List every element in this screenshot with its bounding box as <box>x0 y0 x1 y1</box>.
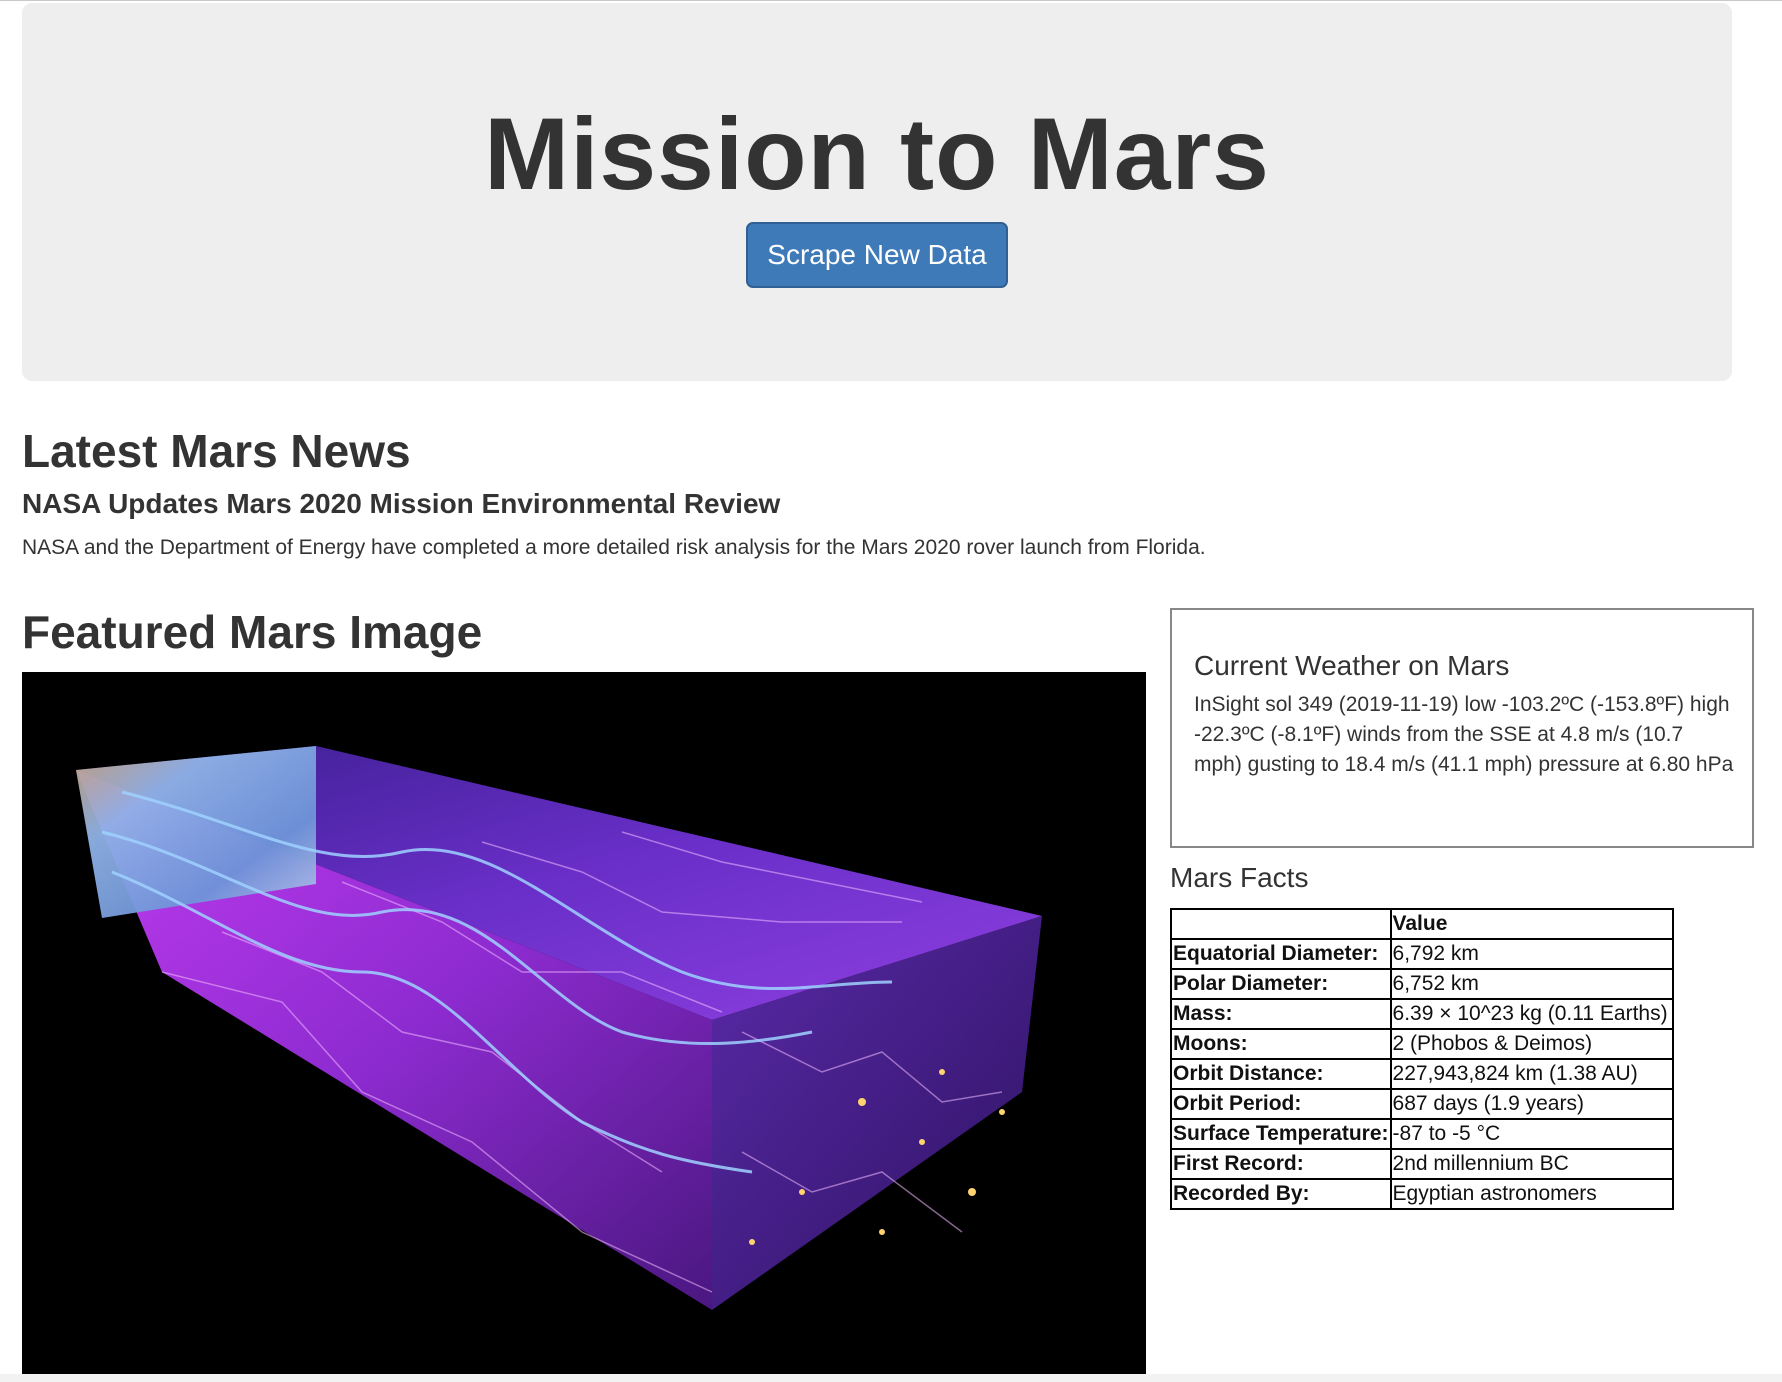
table-row: First Record: 2nd millennium BC <box>1170 1148 1674 1180</box>
fact-label: Recorded By: <box>1170 1178 1392 1210</box>
news-title: NASA Updates Mars 2020 Mission Environme… <box>22 488 781 519</box>
weather-heading: Current Weather on Mars <box>1194 650 1510 681</box>
table-header-empty <box>1170 908 1392 940</box>
fact-label: Equatorial Diameter: <box>1170 938 1392 970</box>
fact-value: 6,792 km <box>1389 938 1674 970</box>
table-row: Equatorial Diameter: 6,792 km <box>1170 938 1674 970</box>
weather-panel: Current Weather on Mars InSight sol 349 … <box>1170 608 1754 848</box>
fact-label: First Record: <box>1170 1148 1392 1180</box>
fact-label: Moons: <box>1170 1028 1392 1060</box>
table-row: Surface Temperature: -87 to -5 °C <box>1170 1118 1674 1150</box>
fact-label: Mass: <box>1170 998 1392 1030</box>
bottom-bar <box>0 1374 1782 1382</box>
featured-image-heading: Featured Mars Image <box>22 606 483 658</box>
fact-value: 687 days (1.9 years) <box>1389 1088 1674 1120</box>
table-row: Orbit Period: 687 days (1.9 years) <box>1170 1088 1674 1120</box>
table-row: Orbit Distance: 227,943,824 km (1.38 AU) <box>1170 1058 1674 1090</box>
weather-text: InSight sol 349 (2019-11-19) low -103.2º… <box>1194 693 1734 776</box>
fact-value: 6,752 km <box>1389 968 1674 1000</box>
facts-heading: Mars Facts <box>1170 862 1309 893</box>
fact-value: 227,943,824 km (1.38 AU) <box>1389 1058 1674 1090</box>
fact-value: Egyptian astronomers <box>1389 1178 1674 1210</box>
jumbotron: Mission to Mars Scrape New Data <box>22 3 1732 381</box>
featured-mars-image <box>22 672 1146 1374</box>
mars-facts-table: Value Equatorial Diameter: 6,792 km Pola… <box>1170 908 1674 1210</box>
news-heading: Latest Mars News <box>22 425 411 477</box>
news-paragraph: NASA and the Department of Energy have c… <box>22 536 1206 559</box>
scrape-new-data-button[interactable]: Scrape New Data <box>746 222 1008 288</box>
table-header-row: Value <box>1170 908 1674 940</box>
fact-label: Orbit Period: <box>1170 1088 1392 1120</box>
fact-label: Surface Temperature: <box>1170 1118 1392 1150</box>
table-header-value: Value <box>1389 908 1674 940</box>
fact-value: 2nd millennium BC <box>1389 1148 1674 1180</box>
fact-value: 6.39 × 10^23 kg (0.11 Earths) <box>1389 998 1674 1030</box>
top-rule <box>0 0 1782 1</box>
table-row: Mass: 6.39 × 10^23 kg (0.11 Earths) <box>1170 998 1674 1030</box>
fact-label: Orbit Distance: <box>1170 1058 1392 1090</box>
fact-value: 2 (Phobos & Deimos) <box>1389 1028 1674 1060</box>
table-row: Recorded By: Egyptian astronomers <box>1170 1178 1674 1210</box>
table-row: Polar Diameter: 6,752 km <box>1170 968 1674 1000</box>
table-row: Moons: 2 (Phobos & Deimos) <box>1170 1028 1674 1060</box>
fact-value: -87 to -5 °C <box>1389 1118 1674 1150</box>
page-title: Mission to Mars <box>484 97 1270 211</box>
featured-image-graphic <box>22 672 1146 1374</box>
fact-label: Polar Diameter: <box>1170 968 1392 1000</box>
